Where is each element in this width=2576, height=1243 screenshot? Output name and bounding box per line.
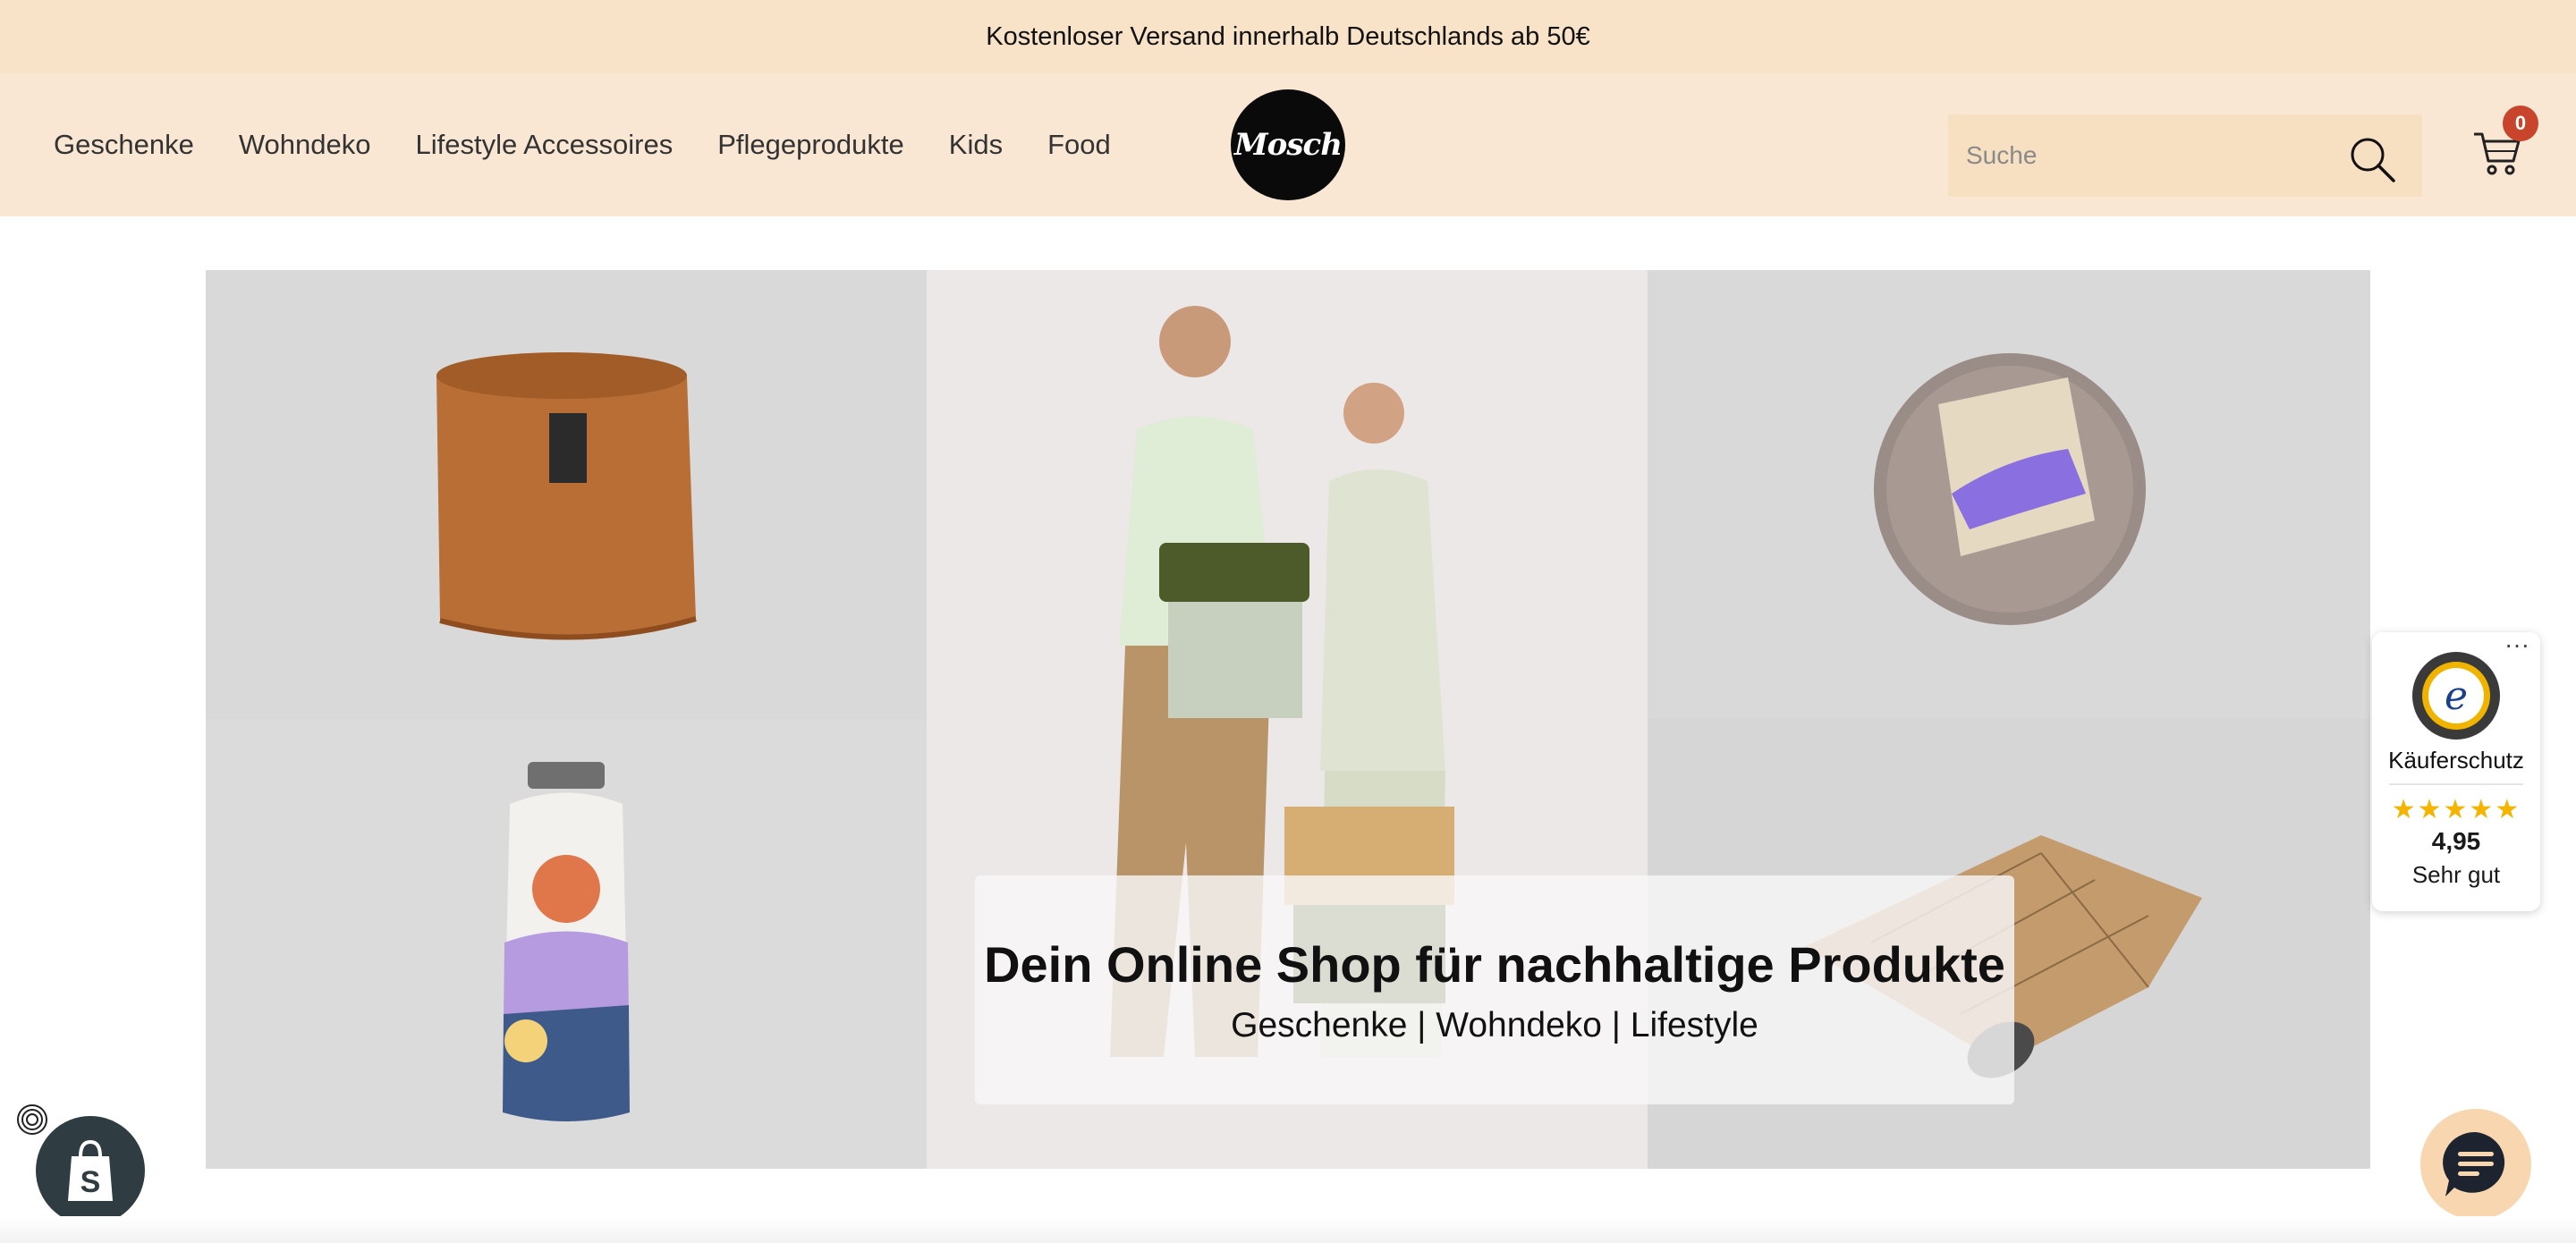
rating-stars: ★★★★★	[2391, 795, 2521, 824]
fingerprint-icon[interactable]	[11, 1098, 54, 1141]
fingerprint-glyph	[17, 1104, 47, 1135]
soap-on-plate-image	[1874, 353, 2146, 625]
chat-icon	[2443, 1131, 2505, 1196]
hero-banner[interactable]: Dein Online Shop für nachhaltige Produkt…	[206, 270, 2370, 1169]
felt-plant-pot-image	[436, 352, 697, 640]
announcement-bar: Kostenloser Versand innerhalb Deutschlan…	[0, 0, 2576, 73]
nav-item-kids[interactable]: Kids	[949, 129, 1003, 161]
trusted-shops-seal-icon: e	[2412, 652, 2500, 740]
cart-count-badge: 0	[2503, 106, 2538, 141]
more-options-icon[interactable]: ···	[2504, 632, 2529, 657]
svg-text:S: S	[80, 1165, 101, 1199]
site-logo[interactable]: Mosch	[1231, 89, 1345, 200]
shopify-bag-icon: S	[68, 1139, 113, 1201]
site-header: Geschenke Wohndeko Lifestyle Accessoires…	[0, 73, 2576, 216]
rating-text: Sehr gut	[2411, 861, 2501, 888]
nav-item-lifestyle-accessoires[interactable]: Lifestyle Accessoires	[415, 129, 673, 161]
nav-item-geschenke[interactable]: Geschenke	[54, 129, 194, 161]
rating-score: 4,95	[2431, 827, 2481, 855]
nav-item-food[interactable]: Food	[1047, 129, 1111, 161]
hero-text-box: Dein Online Shop für nachhaltige Produkt…	[975, 875, 2014, 1104]
divider	[2389, 783, 2523, 785]
hero-subtitle: Geschenke | Wohndeko | Lifestyle	[1231, 1005, 1758, 1044]
main-nav: Geschenke Wohndeko Lifestyle Accessoires…	[54, 73, 1111, 216]
trusted-shops-badge[interactable]: ··· e Käuferschutz ★★★★★ 4,95 Sehr gut	[2372, 632, 2540, 911]
nav-item-wohndeko[interactable]: Wohndeko	[239, 129, 371, 161]
chat-button[interactable]	[2420, 1109, 2531, 1220]
search-box	[1948, 114, 2422, 197]
insulated-bottle-image	[503, 762, 630, 1121]
svg-text:e: e	[2445, 673, 2468, 719]
announcement-text: Kostenloser Versand innerhalb Deutschlan…	[986, 21, 1590, 51]
hero-tile-plant-pot[interactable]	[206, 270, 927, 719]
logo-text: Mosch	[1234, 127, 1343, 163]
search-input[interactable]	[1948, 141, 2324, 170]
trusted-shops-label: Käuferschutz	[2388, 747, 2524, 774]
hero-title: Dein Online Shop für nachhaltige Produkt…	[984, 935, 2005, 993]
nav-item-pflegeprodukte[interactable]: Pflegeprodukte	[717, 129, 904, 161]
page-bottom-edge	[0, 1216, 2576, 1243]
shopify-bag-button[interactable]: S	[36, 1116, 145, 1225]
search-icon[interactable]	[2347, 134, 2397, 184]
hero-tile-soap[interactable]	[1648, 270, 2370, 719]
hero-tile-bottle[interactable]	[206, 719, 927, 1169]
